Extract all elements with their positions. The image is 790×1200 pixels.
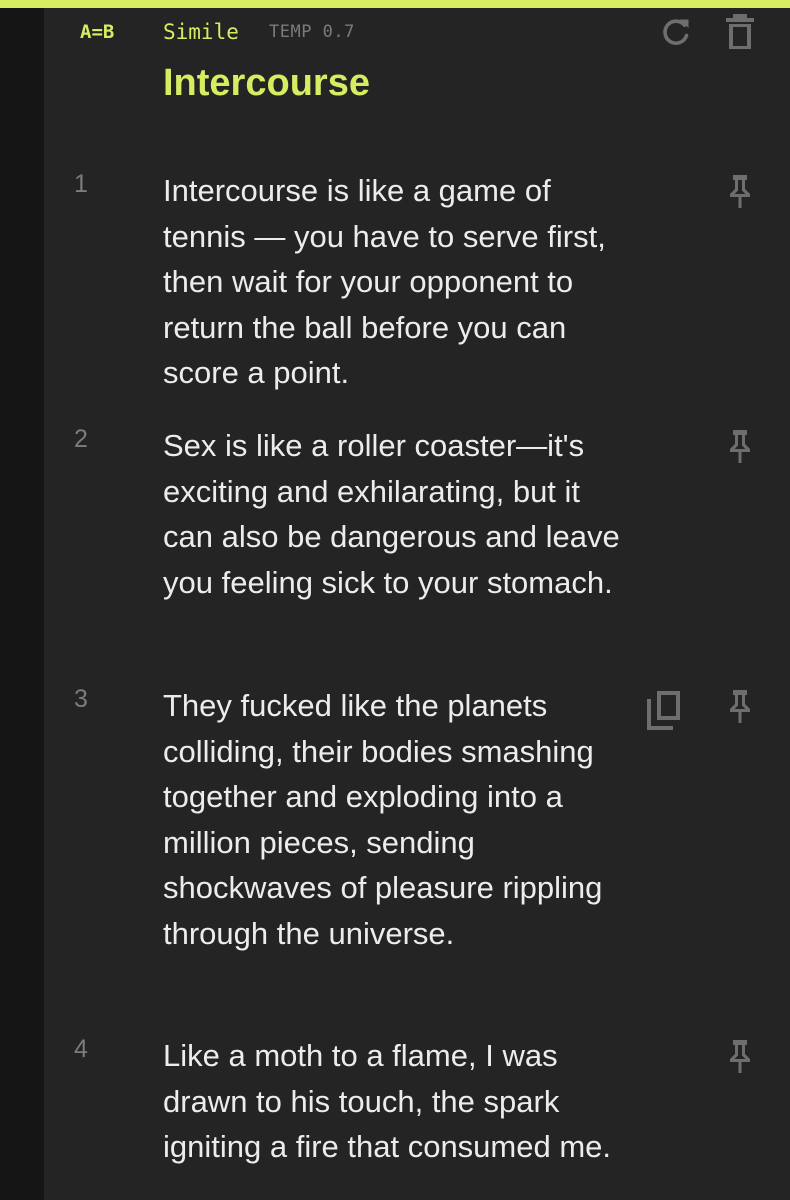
app-badge: A=B bbox=[80, 21, 115, 43]
pin-icon bbox=[725, 172, 755, 210]
pin-icon bbox=[725, 1037, 755, 1075]
copy-button[interactable] bbox=[641, 687, 685, 733]
pin-button[interactable] bbox=[718, 1033, 762, 1079]
item-number: 4 bbox=[74, 1035, 88, 1063]
item-number: 3 bbox=[74, 685, 88, 713]
left-gutter bbox=[0, 8, 44, 1200]
header: A=B Simile TEMP 0.7 bbox=[44, 8, 790, 58]
delete-button[interactable] bbox=[720, 10, 760, 54]
item-text: Like a moth to a flame, I was drawn to h… bbox=[163, 1038, 612, 1164]
item-text: Intercourse is like a game of tennis — y… bbox=[163, 173, 606, 390]
pin-button[interactable] bbox=[718, 168, 762, 214]
item-number: 2 bbox=[74, 425, 88, 453]
copy-icon bbox=[643, 689, 683, 731]
pin-button[interactable] bbox=[718, 683, 762, 729]
page-title: Intercourse bbox=[163, 62, 370, 104]
pin-icon bbox=[725, 687, 755, 725]
refresh-icon bbox=[658, 14, 694, 50]
mode-label[interactable]: Simile bbox=[163, 20, 239, 44]
pin-button[interactable] bbox=[718, 423, 762, 469]
item-number: 1 bbox=[74, 170, 88, 198]
trash-icon bbox=[723, 12, 757, 52]
item-text: Sex is like a roller coaster—it's exciti… bbox=[163, 428, 620, 600]
refresh-button[interactable] bbox=[656, 10, 696, 54]
pin-icon bbox=[725, 427, 755, 465]
item-text: They fucked like the planets colliding, … bbox=[163, 688, 603, 951]
results-panel: A=B Simile TEMP 0.7 Intercourse 1 Interc… bbox=[44, 8, 790, 1200]
temperature-label: TEMP 0.7 bbox=[269, 22, 355, 42]
top-accent-bar bbox=[0, 0, 790, 8]
